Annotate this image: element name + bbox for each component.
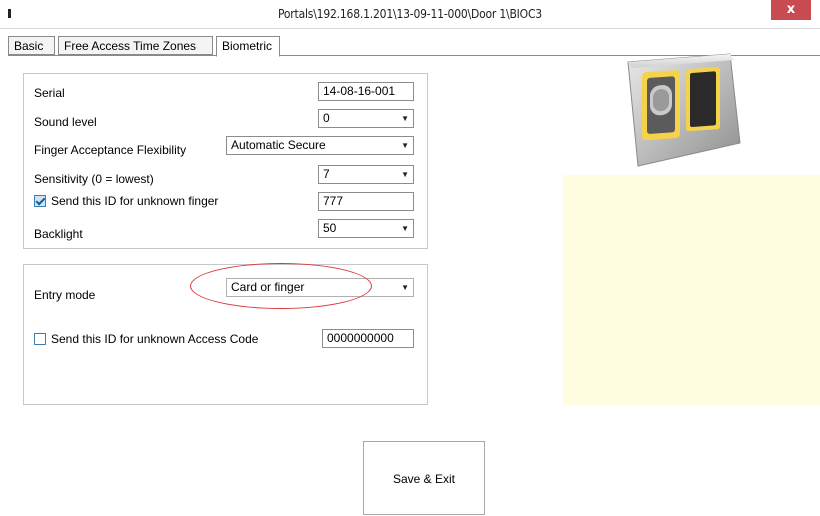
serial-field[interactable]: 14-08-16-001 bbox=[318, 82, 414, 101]
tab-basic[interactable]: Basic bbox=[8, 36, 55, 55]
unknown-finger-id-field[interactable]: 777 bbox=[318, 192, 414, 211]
unknown-finger-label: Send this ID for unknown finger bbox=[51, 194, 219, 208]
chevron-down-icon: ▼ bbox=[401, 224, 409, 233]
sensitivity-label: Sensitivity (0 = lowest) bbox=[34, 172, 154, 186]
title-bar: Portals\192.168.1.201\13-09-11-000\Door … bbox=[0, 0, 820, 29]
finger-flex-label: Finger Acceptance Flexibility bbox=[34, 143, 187, 157]
finger-flex-dropdown[interactable]: Automatic Secure ▼ bbox=[226, 136, 414, 155]
sound-level-dropdown[interactable]: 0 ▼ bbox=[318, 109, 414, 128]
unknown-access-code-checkbox[interactable] bbox=[34, 333, 46, 345]
biometric-reader-image bbox=[627, 53, 741, 167]
backlight-label: Backlight bbox=[34, 227, 83, 241]
backlight-value: 50 bbox=[323, 221, 337, 235]
sound-level-value: 0 bbox=[323, 111, 330, 125]
sensitivity-value: 7 bbox=[323, 167, 330, 181]
highlight-annotation bbox=[190, 263, 372, 309]
unknown-finger-checkbox[interactable] bbox=[34, 195, 46, 207]
sound-level-label: Sound level bbox=[34, 115, 97, 129]
window-title: Portals\192.168.1.201\13-09-11-000\Door … bbox=[278, 7, 542, 21]
tab-biometric[interactable]: Biometric bbox=[216, 36, 280, 57]
unknown-access-code-field[interactable]: 0000000000 bbox=[322, 329, 414, 348]
chevron-down-icon: ▼ bbox=[401, 141, 409, 150]
close-button[interactable]: x bbox=[771, 0, 811, 20]
chevron-down-icon: ▼ bbox=[401, 170, 409, 179]
unknown-access-code-label: Send this ID for unknown Access Code bbox=[51, 332, 259, 346]
reader-preview-area bbox=[563, 175, 820, 405]
serial-label: Serial bbox=[34, 86, 65, 100]
backlight-dropdown[interactable]: 50 ▼ bbox=[318, 219, 414, 238]
tab-free-access-time-zones[interactable]: Free Access Time Zones bbox=[58, 36, 213, 55]
chevron-down-icon: ▼ bbox=[401, 114, 409, 123]
sensitivity-dropdown[interactable]: 7 ▼ bbox=[318, 165, 414, 184]
finger-flex-value: Automatic Secure bbox=[231, 138, 326, 152]
entry-mode-label: Entry mode bbox=[34, 288, 96, 302]
chevron-down-icon: ▼ bbox=[401, 283, 409, 292]
save-and-exit-button[interactable]: Save & Exit bbox=[363, 441, 485, 515]
